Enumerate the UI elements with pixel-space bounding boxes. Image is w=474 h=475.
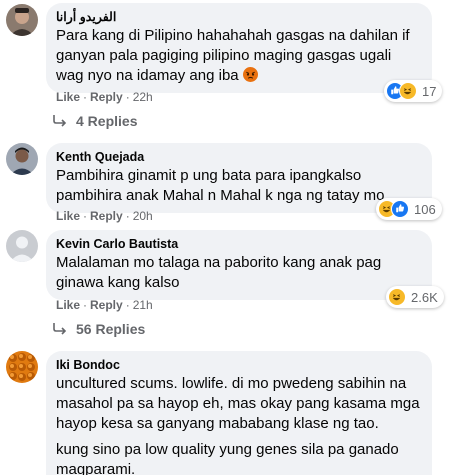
avatar[interactable] [6, 143, 38, 175]
comment-timestamp[interactable]: 21h [133, 298, 153, 312]
reaction-summary[interactable]: 106 [376, 198, 442, 220]
comment-author[interactable]: الفريدو أرانا [56, 9, 422, 26]
comment-author[interactable]: Kenth Quejada [56, 149, 422, 166]
angry-emoji-icon [242, 67, 258, 82]
separator-dot: · [83, 298, 88, 312]
view-replies-button[interactable]: 56 Replies [52, 321, 145, 337]
comment-actions: Like · Reply · 21h [56, 297, 153, 313]
view-replies-button[interactable]: 4 Replies [52, 113, 137, 129]
reaction-count: 2.6K [411, 289, 438, 305]
reaction-count: 106 [414, 201, 436, 217]
comment-timestamp[interactable]: 22h [133, 90, 153, 104]
comment-actions: Like · Reply · 22h [56, 89, 153, 105]
comment-author[interactable]: Iki Bondoc [56, 357, 422, 374]
comment-actions: Like · Reply · 20h [56, 208, 153, 224]
separator-dot: · [125, 298, 130, 312]
comment-paragraph: uncultured scums. lowlife. di mo pwedeng… [56, 375, 420, 432]
avatar[interactable] [6, 351, 38, 383]
avatar[interactable] [6, 230, 38, 262]
comment-text: Para kang di Pilipino hahahahah gasgas n… [56, 26, 422, 86]
comment-bubble: Kevin Carlo Bautista Malalaman mo talaga… [46, 230, 432, 300]
comment-timestamp[interactable]: 20h [133, 209, 153, 223]
avatar[interactable] [6, 4, 38, 36]
haha-icon [399, 82, 417, 100]
comment-text: Malalaman mo talaga na paborito kang ana… [56, 254, 382, 291]
separator-dot: · [125, 209, 130, 223]
comment-text: Pambihira ginamit p ung bata para ipangk… [56, 167, 385, 204]
reply-button[interactable]: Reply [90, 90, 123, 104]
haha-icon [388, 288, 406, 306]
comment-text: uncultured scums. lowlife. di mo pwedeng… [56, 374, 422, 475]
like-button[interactable]: Like [56, 298, 80, 312]
comment-text-line: Para kang di Pilipino hahahahah gasgas n… [56, 27, 410, 84]
reply-arrow-icon [53, 323, 67, 335]
like-icon [391, 200, 409, 218]
reply-button[interactable]: Reply [90, 298, 123, 312]
replies-count-label[interactable]: 56 Replies [76, 321, 145, 337]
comment-bubble: Iki Bondoc uncultured scums. lowlife. di… [46, 351, 432, 475]
reaction-summary[interactable]: 2.6K [386, 286, 444, 308]
like-button[interactable]: Like [56, 90, 80, 104]
reply-arrow-icon [53, 115, 67, 127]
replies-count-label[interactable]: 4 Replies [76, 113, 137, 129]
like-button[interactable]: Like [56, 209, 80, 223]
reaction-count: 17 [422, 83, 437, 99]
reaction-summary[interactable]: 17 [384, 80, 443, 102]
comment-bubble: الفريدو أرانا Para kang di Pilipino haha… [46, 3, 432, 93]
reply-button[interactable]: Reply [90, 209, 123, 223]
separator-dot: · [125, 90, 130, 104]
comment-bubble: Kenth Quejada Pambihira ginamit p ung ba… [46, 143, 432, 213]
comment-paragraph: kung sino pa low quality yung genes sila… [56, 441, 399, 475]
separator-dot: · [83, 90, 88, 104]
comment-author[interactable]: Kevin Carlo Bautista [56, 236, 422, 253]
separator-dot: · [83, 209, 88, 223]
